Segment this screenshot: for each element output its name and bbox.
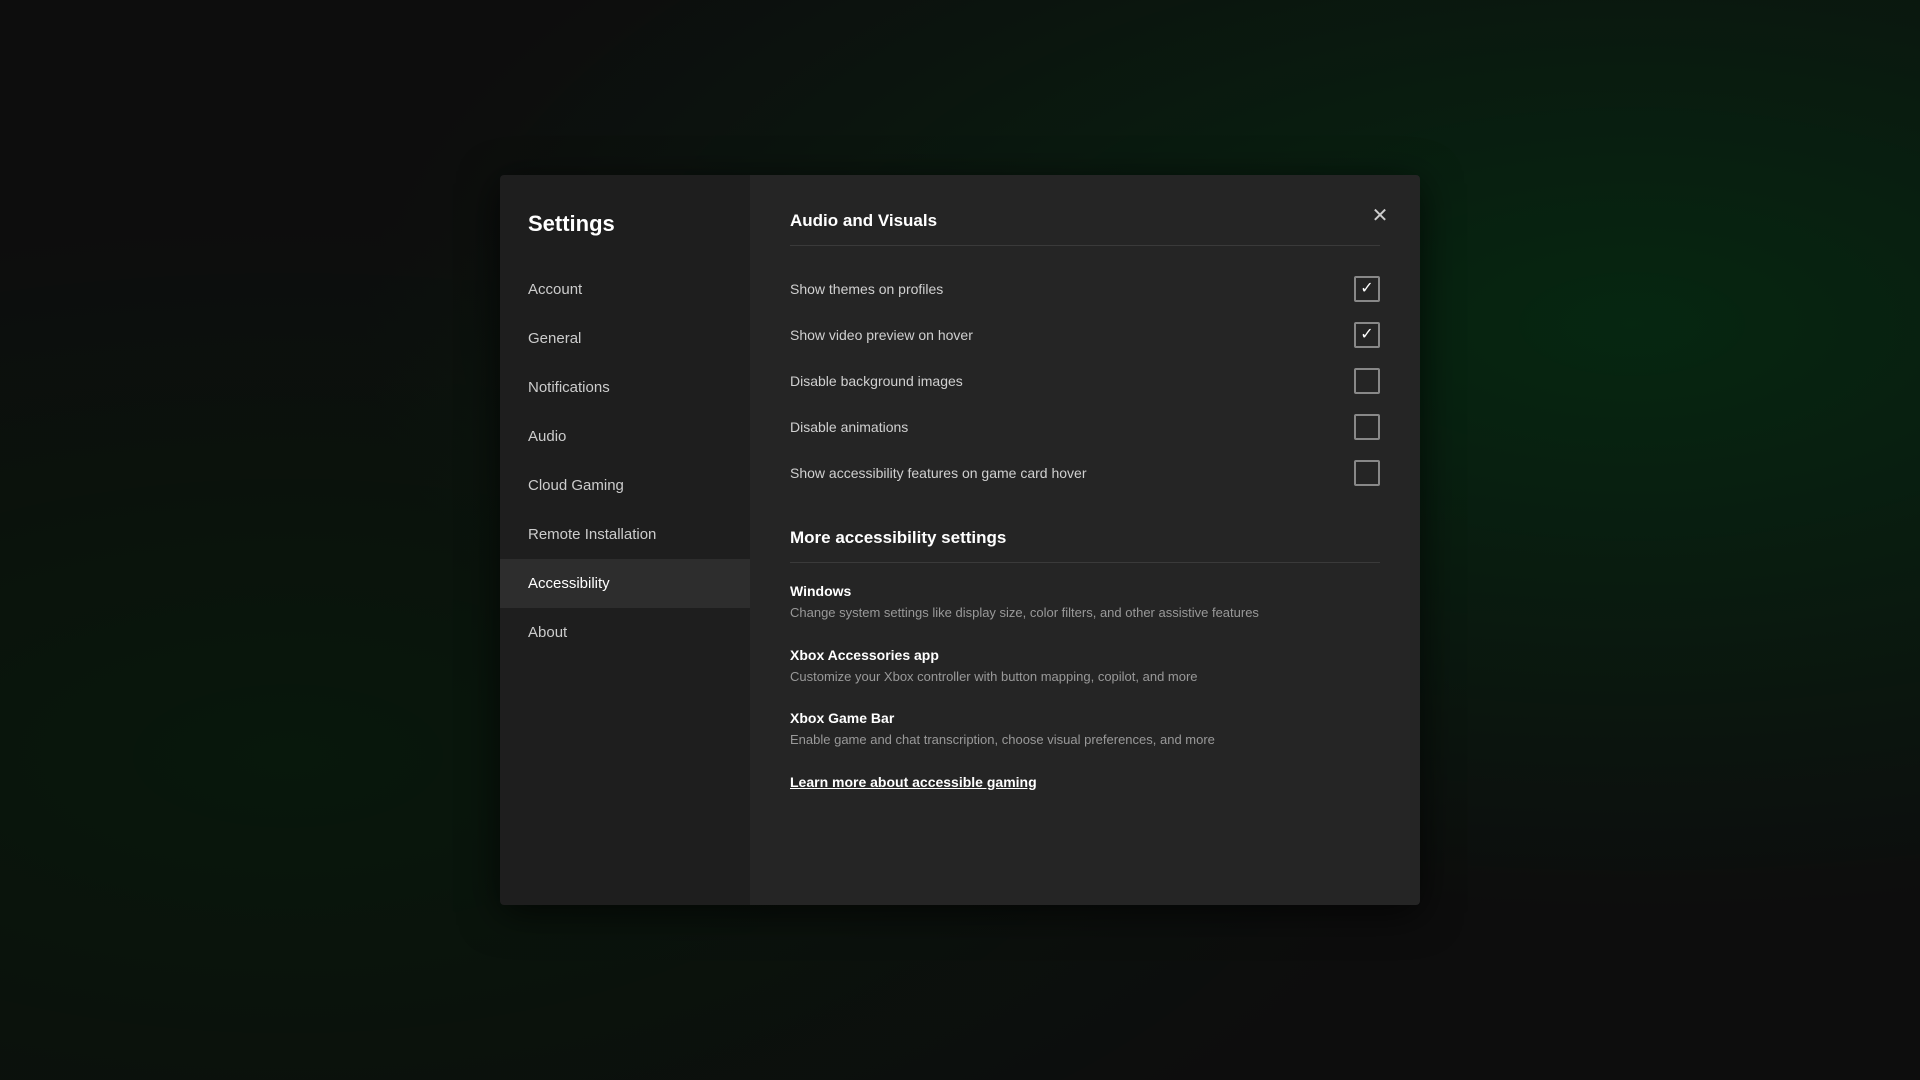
sidebar-item-notifications[interactable]: Notifications — [500, 363, 750, 412]
sidebar-item-about[interactable]: About — [500, 608, 750, 657]
main-panel: ✕ Audio and Visuals Show themes on profi… — [750, 175, 1420, 905]
more-item-desc-windows: Change system settings like display size… — [790, 603, 1380, 623]
setting-label-show-video-preview: Show video preview on hover — [790, 327, 973, 343]
section-divider-2 — [790, 562, 1380, 563]
sidebar-item-audio[interactable]: Audio — [500, 412, 750, 461]
sidebar-item-cloud-gaming[interactable]: Cloud Gaming — [500, 461, 750, 510]
setting-label-disable-animations: Disable animations — [790, 419, 908, 435]
more-item-windows[interactable]: Windows Change system settings like displ… — [790, 583, 1380, 623]
settings-dialog: Settings AccountGeneralNotificationsAudi… — [500, 175, 1420, 905]
checkbox-show-themes[interactable] — [1354, 276, 1380, 302]
setting-label-show-accessibility-features: Show accessibility features on game card… — [790, 465, 1086, 481]
more-item-title-xbox-accessories: Xbox Accessories app — [790, 647, 1380, 663]
setting-row-show-accessibility-features: Show accessibility features on game card… — [790, 450, 1380, 496]
sidebar-item-account[interactable]: Account — [500, 265, 750, 314]
more-item-title-xbox-game-bar: Xbox Game Bar — [790, 710, 1380, 726]
checkbox-disable-background[interactable] — [1354, 368, 1380, 394]
more-items-list: Windows Change system settings like displ… — [790, 583, 1380, 750]
more-item-title-windows: Windows — [790, 583, 1380, 599]
sidebar-item-general[interactable]: General — [500, 314, 750, 363]
more-accessibility-title: More accessibility settings — [790, 528, 1380, 548]
more-item-xbox-game-bar[interactable]: Xbox Game Bar Enable game and chat transc… — [790, 710, 1380, 750]
sidebar-item-remote-installation[interactable]: Remote Installation — [500, 510, 750, 559]
sidebar-title: Settings — [500, 211, 750, 265]
setting-row-show-themes: Show themes on profiles — [790, 266, 1380, 312]
more-item-desc-xbox-game-bar: Enable game and chat transcription, choo… — [790, 730, 1380, 750]
setting-label-disable-background: Disable background images — [790, 373, 963, 389]
setting-row-show-video-preview: Show video preview on hover — [790, 312, 1380, 358]
more-item-xbox-accessories[interactable]: Xbox Accessories app Customize your Xbox … — [790, 647, 1380, 687]
setting-row-disable-background: Disable background images — [790, 358, 1380, 404]
more-item-desc-xbox-accessories: Customize your Xbox controller with butt… — [790, 667, 1380, 687]
audio-visuals-section-title: Audio and Visuals — [790, 211, 1380, 231]
settings-sidebar: Settings AccountGeneralNotificationsAudi… — [500, 175, 750, 905]
checkbox-show-video-preview[interactable] — [1354, 322, 1380, 348]
checkbox-show-accessibility-features[interactable] — [1354, 460, 1380, 486]
more-accessibility-section: More accessibility settings Windows Chang… — [790, 528, 1380, 790]
checkbox-disable-animations[interactable] — [1354, 414, 1380, 440]
sidebar-nav: AccountGeneralNotificationsAudioCloud Ga… — [500, 265, 750, 657]
setting-label-show-themes: Show themes on profiles — [790, 281, 943, 297]
settings-list: Show themes on profiles Show video previe… — [790, 266, 1380, 496]
sidebar-item-accessibility[interactable]: Accessibility — [500, 559, 750, 608]
section-divider-1 — [790, 245, 1380, 246]
close-button[interactable]: ✕ — [1362, 197, 1398, 233]
learn-more-link[interactable]: Learn more about accessible gaming — [790, 774, 1380, 790]
setting-row-disable-animations: Disable animations — [790, 404, 1380, 450]
